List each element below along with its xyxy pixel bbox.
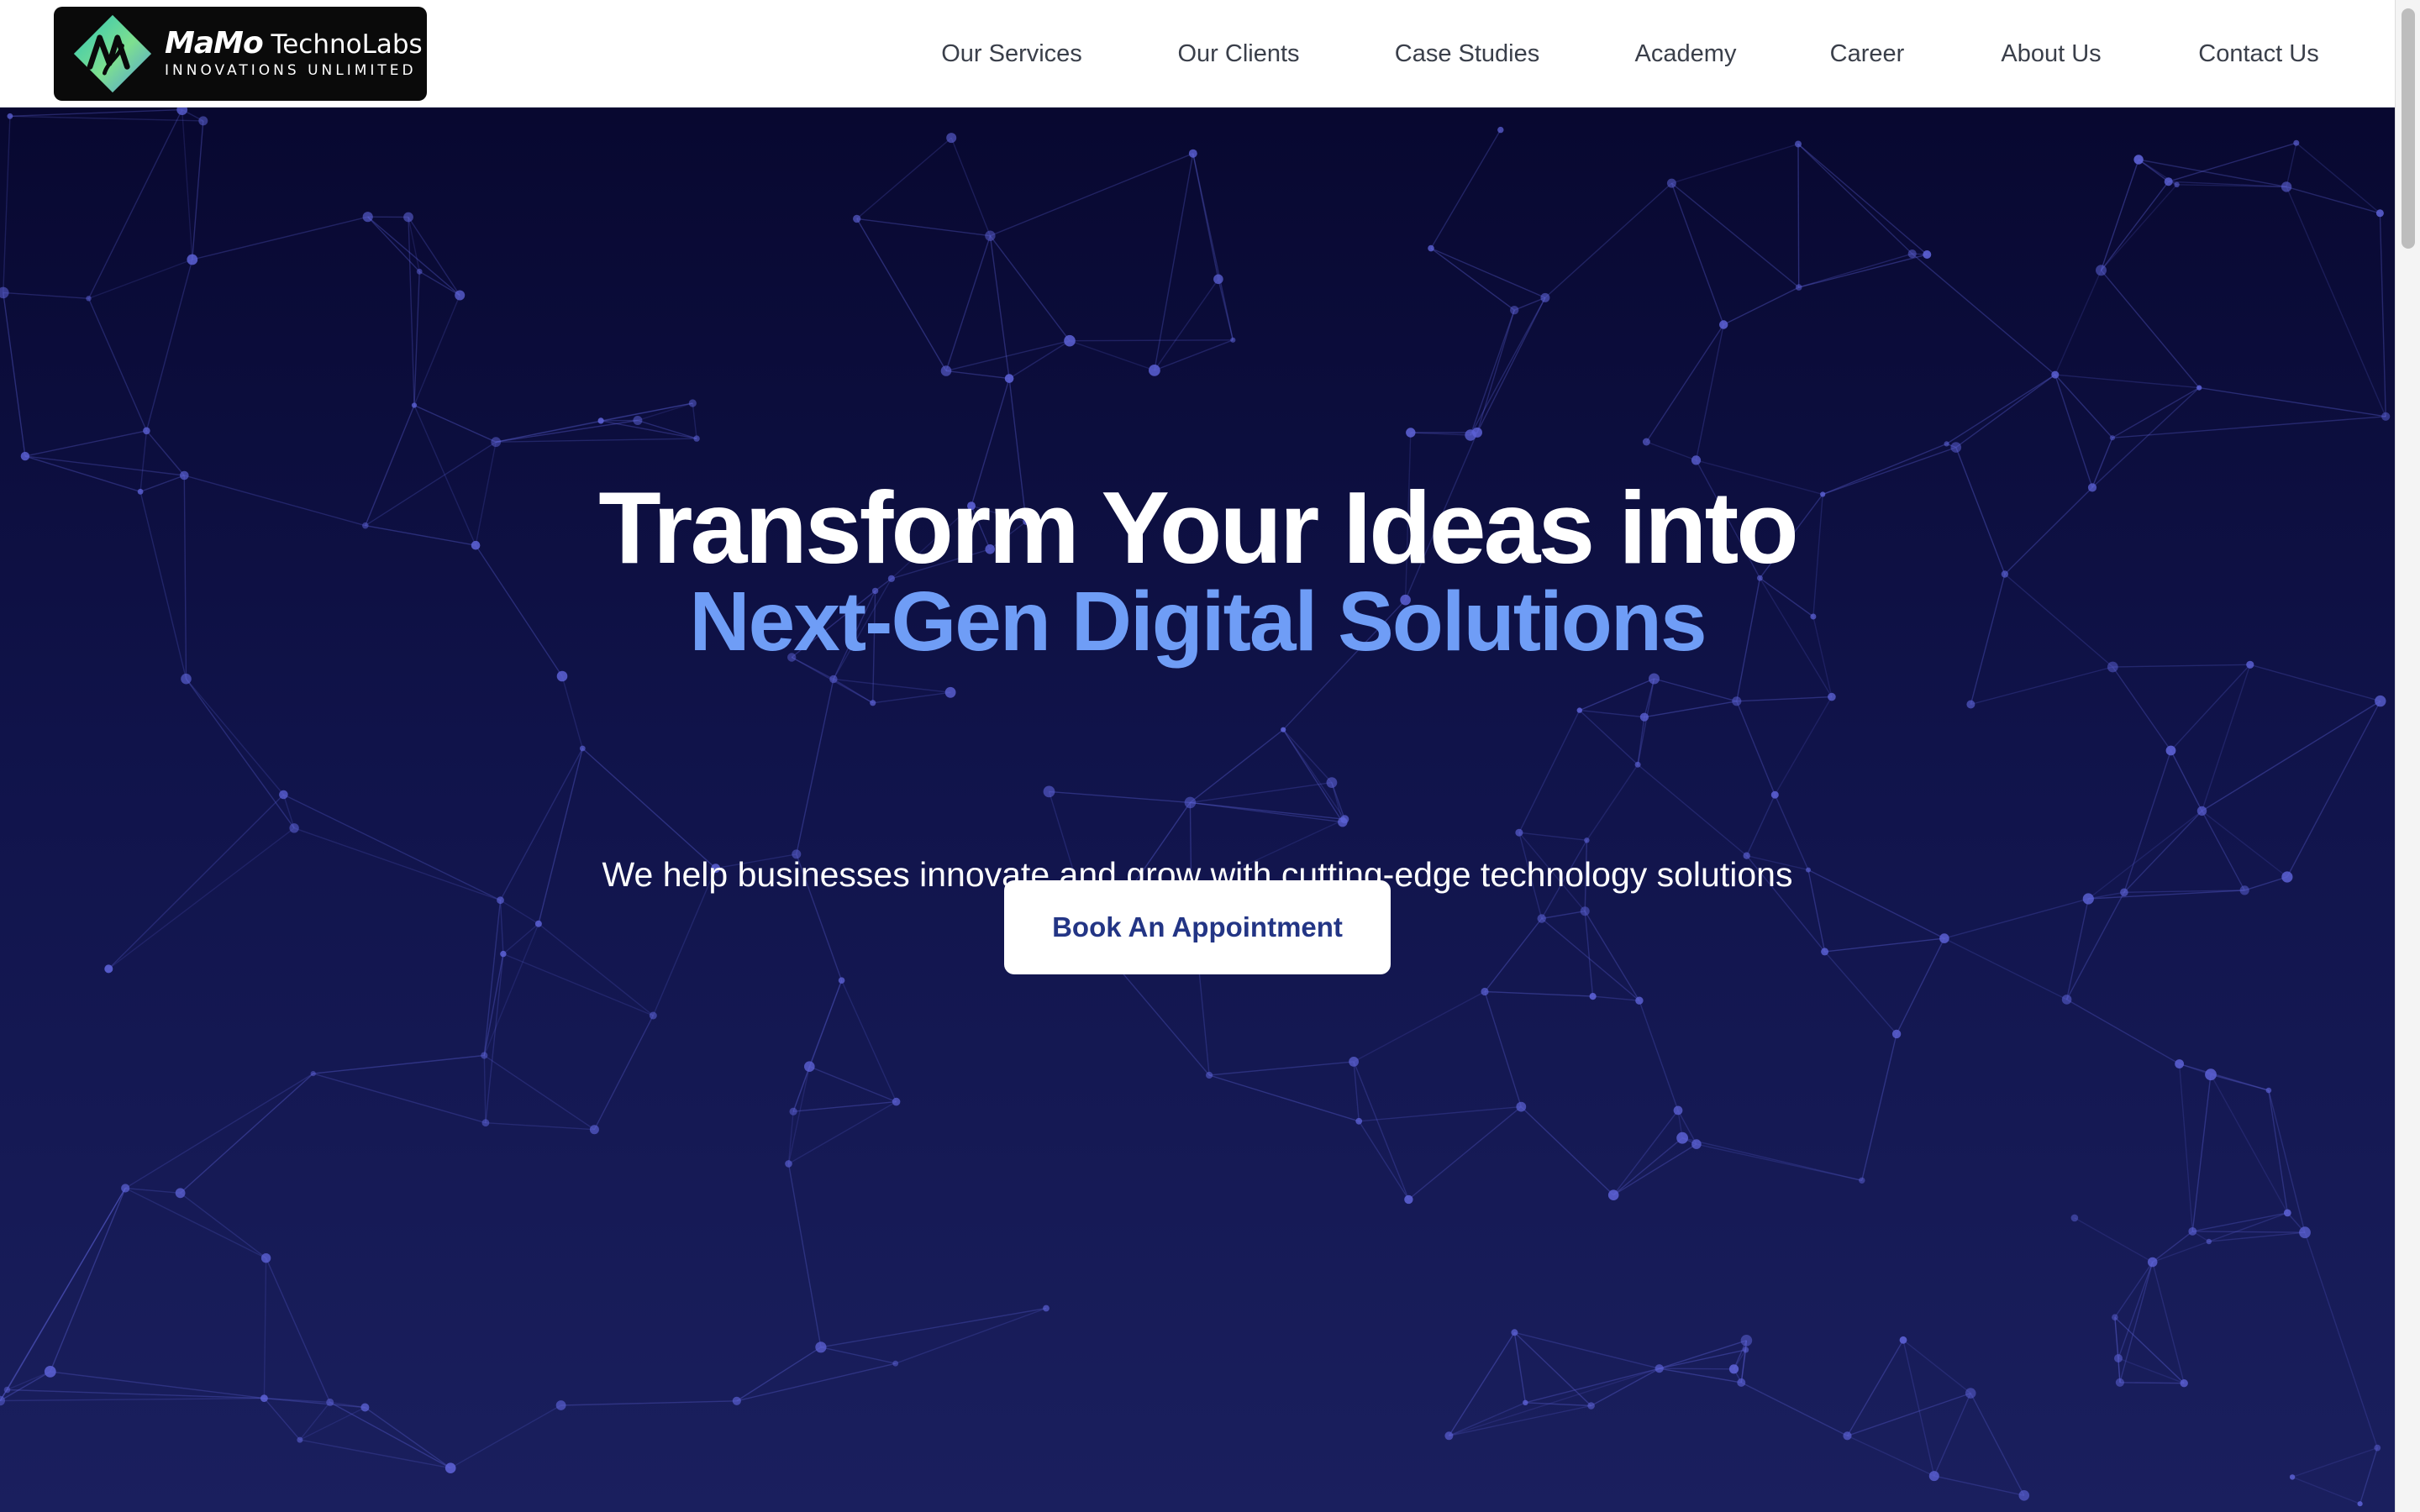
hero-title: Transform Your Ideas into Next-Gen Digit… xyxy=(0,476,2395,669)
main-nav: Our Services Our Clients Case Studies Ac… xyxy=(0,0,2395,108)
scrollbar-thumb[interactable] xyxy=(2402,8,2415,249)
hero-section: Transform Your Ideas into Next-Gen Digit… xyxy=(0,108,2395,1512)
nav-item-career[interactable]: Career xyxy=(1830,37,1905,71)
nav-item-case-studies[interactable]: Case Studies xyxy=(1395,37,1540,71)
nav-item-contact-us[interactable]: Contact Us xyxy=(2198,37,2318,71)
hero-title-line1: Transform Your Ideas into xyxy=(598,470,1798,585)
nav-item-our-clients[interactable]: Our Clients xyxy=(1177,37,1299,71)
nav-item-our-services[interactable]: Our Services xyxy=(941,37,1082,71)
nav-item-academy[interactable]: Academy xyxy=(1635,37,1737,71)
hero-title-line2: Next-Gen Digital Solutions xyxy=(689,575,1707,669)
book-appointment-button[interactable]: Book An Appointment xyxy=(1004,880,1391,974)
nav-item-about-us[interactable]: About Us xyxy=(2001,37,2101,71)
page-scrollbar[interactable] xyxy=(2395,0,2420,1512)
site-header: MaMo TechnoLabs INNOVATIONS UNLIMITED Ou… xyxy=(0,0,2395,108)
network-background xyxy=(0,108,2391,1507)
